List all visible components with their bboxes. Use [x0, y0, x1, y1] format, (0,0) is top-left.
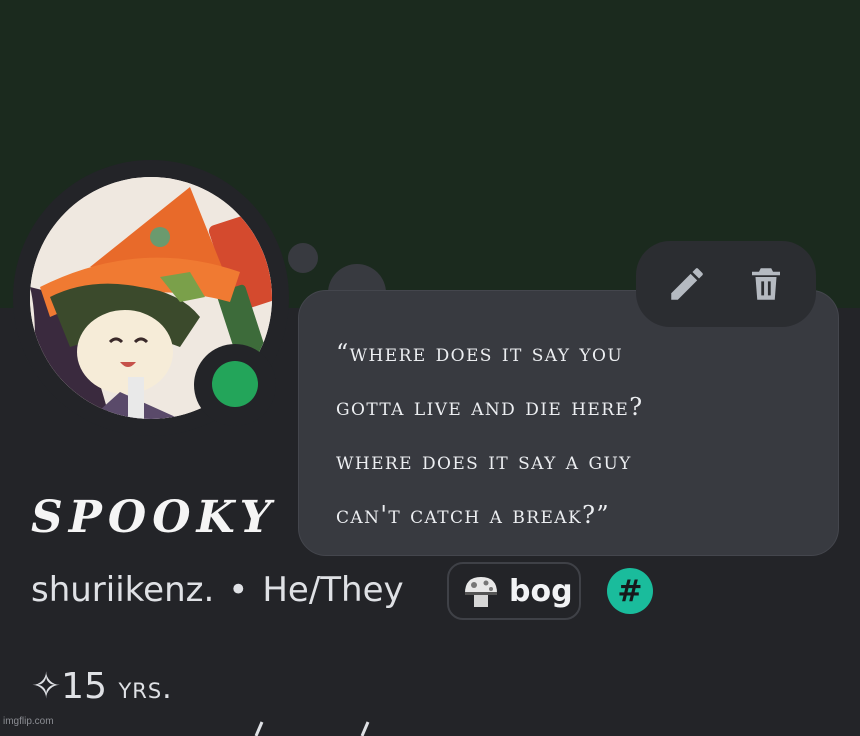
- sparkle-icon: ✧: [31, 666, 62, 707]
- status-line: “where does it say you: [336, 339, 624, 367]
- server-tag-label: bog: [509, 573, 573, 609]
- status-line: gotta live and die here?: [336, 393, 644, 421]
- watermark: imgflip.com: [3, 716, 54, 727]
- online-status-indicator: [212, 361, 258, 407]
- hashtag-symbol: #: [617, 573, 643, 609]
- bio-overflow-line: [250, 720, 390, 736]
- server-tag-badge[interactable]: bog: [447, 562, 581, 620]
- thought-bubble-dot-small: [288, 243, 318, 273]
- age-value: 15: [61, 666, 107, 707]
- bio-age-line: ✧15 yrs.: [31, 666, 173, 707]
- username-row: shuriikenz. • He/They: [31, 570, 404, 610]
- status-line: where does it say a guy: [336, 447, 632, 475]
- pronouns: He/They: [262, 570, 404, 610]
- mushroom-icon: [465, 577, 497, 607]
- hashtag-icon[interactable]: #: [607, 568, 653, 614]
- delete-status-button[interactable]: [740, 258, 792, 310]
- custom-status-text: “where does it say you gotta live and di…: [336, 326, 806, 542]
- trash-icon: [752, 268, 780, 300]
- display-name: SPOOKY: [31, 492, 277, 543]
- username[interactable]: shuriikenz.: [31, 570, 214, 610]
- pencil-icon: [671, 268, 703, 300]
- edit-status-button[interactable]: [661, 258, 713, 310]
- status-line: can't catch a break?”: [336, 501, 611, 529]
- age-unit: yrs.: [118, 671, 173, 706]
- separator-dot: •: [228, 570, 249, 610]
